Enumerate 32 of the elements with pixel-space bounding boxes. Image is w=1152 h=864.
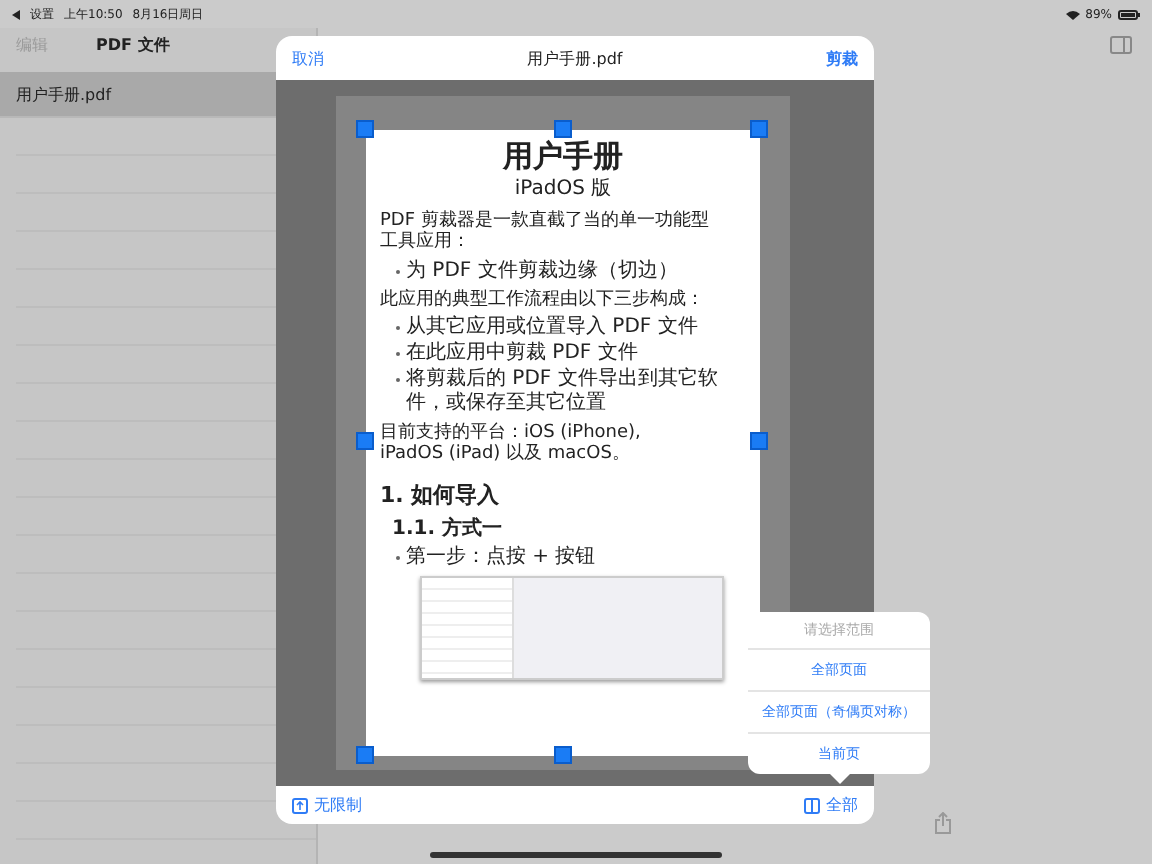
crop-handle[interactable] bbox=[356, 432, 374, 450]
share-icon[interactable] bbox=[934, 812, 952, 834]
crop-handle[interactable] bbox=[554, 746, 572, 764]
sidebar-icon[interactable] bbox=[1110, 36, 1132, 54]
document-subtitle: iPadOS 版 bbox=[512, 176, 614, 202]
book-icon bbox=[804, 797, 820, 813]
crop-handle[interactable] bbox=[356, 120, 374, 138]
body-text: PDF 剪裁器是一款直截了当的单一功能型工具应用： bbox=[380, 210, 710, 254]
page-range-button[interactable]: 全部 bbox=[804, 794, 858, 816]
section-heading: 1. 如何导入 bbox=[380, 480, 502, 510]
aspect-button[interactable]: 无限制 bbox=[292, 794, 362, 816]
aspect-icon bbox=[292, 797, 308, 813]
wifi-icon bbox=[1065, 9, 1080, 19]
bullet-text: 第一步：点按 + 按钮 bbox=[406, 546, 596, 570]
document-title: 用户手册 bbox=[500, 138, 625, 174]
body-text: 此应用的典型工作流程由以下三步构成： bbox=[380, 289, 706, 311]
crop-handle[interactable] bbox=[356, 746, 374, 764]
crop-handle[interactable] bbox=[750, 120, 768, 138]
subsection-heading: 1.1. 方式一 bbox=[392, 514, 504, 542]
crop-button[interactable]: 剪裁 bbox=[825, 47, 858, 69]
bullet-text: 为 PDF 文件剪裁边缘（切边） bbox=[406, 260, 678, 284]
crop-handle[interactable] bbox=[554, 120, 572, 138]
body-text: 目前支持的平台：iOS (iPhone), iPadOS (iPad) 以及 macOS。 bbox=[380, 422, 643, 466]
bullet-text: 在此应用中剪裁 PDF 文件 bbox=[406, 342, 638, 366]
bullet-text: 从其它应用或位置导入 PDF 文件 bbox=[406, 316, 698, 340]
cancel-button[interactable]: 取消 bbox=[292, 47, 324, 69]
dialog-title: 用户手册.pdf bbox=[527, 47, 623, 69]
battery-icon bbox=[1118, 9, 1140, 19]
back-arrow-icon[interactable] bbox=[12, 9, 20, 19]
sidebar-title: PDF 文件 bbox=[96, 33, 170, 55]
crop-handle[interactable] bbox=[750, 432, 768, 450]
bullet-text: 将剪裁后的 PDF 文件导出到其它软件，或保存至其它位置 bbox=[406, 368, 720, 416]
